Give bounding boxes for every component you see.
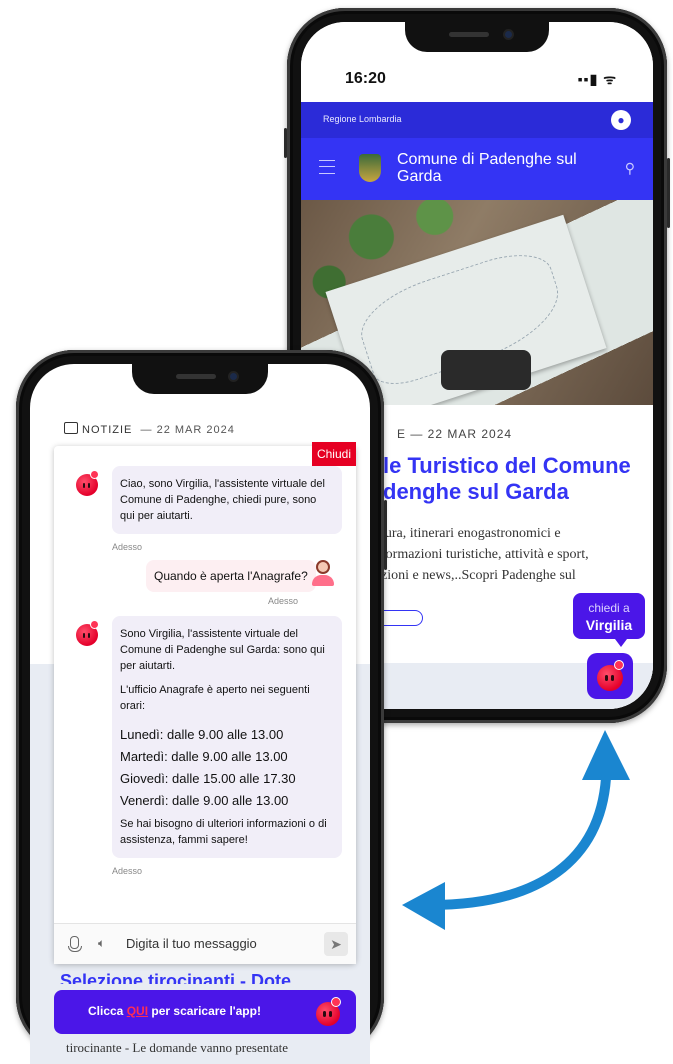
camera-photo — [441, 350, 531, 390]
send-icon[interactable]: ➤ — [324, 932, 348, 956]
article-headline[interactable]: le Turistico del Comune denghe sul Garda — [383, 453, 643, 505]
front-phone: NOTIZIE — 22 MAR 2024 Chiudi Ciao, sono … — [16, 350, 387, 1064]
user-icon[interactable]: ● — [611, 110, 631, 130]
article-text-behind: tirocinante - Le domande vanno presentat… — [66, 1040, 288, 1055]
message-input[interactable]: Digita il tuo messaggio — [126, 936, 257, 951]
download-app-banner[interactable]: Clicca QUI per scaricare l'app! — [54, 990, 356, 1034]
bot-outro-text: Se hai bisogno di ulteriori informazioni… — [120, 818, 327, 846]
article-description: tura, itinerari enogastronomici e formaz… — [381, 526, 589, 583]
news-section-label: NOTIZIE — 22 MAR 2024 — [64, 422, 235, 436]
front-camera — [503, 29, 514, 40]
schedule-friday: Venerdì: dalle 9.00 alle 13.00 — [120, 793, 289, 808]
download-link[interactable]: QUI — [127, 1004, 148, 1018]
search-icon[interactable]: ⚲ — [625, 160, 635, 177]
bot-avatar-icon — [76, 620, 99, 646]
schedule-thursday: Giovedì: dalle 15.00 alle 17.30 — [120, 771, 296, 786]
site-header: Comune di Padenghe sul Garda ⚲ — [301, 138, 653, 200]
region-link[interactable]: Regione Lombardia — [323, 114, 402, 124]
chat-window: Chiudi Ciao, sono Virgilia, l'assistente… — [54, 442, 356, 964]
user-message: Quando è aperta l'Anagrafe? — [146, 560, 316, 592]
mute-switch — [284, 128, 287, 158]
hamburger-menu-icon[interactable] — [319, 160, 335, 174]
bot-avatar-icon — [76, 470, 99, 496]
schedule-list: Lunedì: dalle 9.00 alle 13.00 Martedì: d… — [120, 724, 334, 812]
calendar-icon — [64, 422, 78, 434]
ask-virgilia-small: chiedi a — [588, 601, 630, 615]
ask-virgilia-name: Virgilia — [585, 617, 633, 633]
article-date: E — 22 MAR 2024 — [397, 427, 513, 441]
message-timestamp: Adesso — [268, 596, 299, 606]
message-timestamp: Adesso — [112, 542, 143, 552]
arrow-head-left — [402, 882, 445, 930]
virgilia-mascot-icon — [597, 660, 624, 691]
bot-intro-text: Sono Virgilia, l'assistente virtuale del… — [120, 628, 325, 672]
microphone-icon[interactable] — [68, 936, 82, 952]
schedule-monday: Lunedì: dalle 9.00 alle 13.00 — [120, 727, 284, 742]
site-title[interactable]: Comune di Padenghe sul Garda — [397, 151, 587, 185]
arrow-head-up — [582, 730, 630, 780]
virgilia-chat-button[interactable] — [587, 653, 633, 699]
chat-input-bar: 🔈︎ Digita il tuo messaggio ➤ — [54, 923, 356, 964]
article-title-behind: Selezione tirocinanti - Dote — [60, 971, 292, 984]
user-avatar-icon — [312, 560, 334, 586]
municipality-crest-icon — [359, 154, 381, 182]
bot-message: Ciao, sono Virgilia, l'assistente virtua… — [112, 466, 342, 534]
front-phone-screen: NOTIZIE — 22 MAR 2024 Chiudi Ciao, sono … — [30, 364, 370, 1064]
download-app-text: Clicca QUI per scaricare l'app! — [88, 1004, 261, 1018]
schedule-tuesday: Martedì: dalle 9.00 alle 13.00 — [120, 749, 288, 764]
power-button — [667, 158, 670, 228]
arrow-curve — [425, 773, 611, 910]
speaker-grille — [449, 32, 489, 37]
notizie-label: NOTIZIE — [82, 424, 133, 436]
speaker-icon[interactable]: 🔈︎ — [98, 936, 105, 951]
virgilia-mascot-icon — [316, 997, 341, 1026]
bot-message-schedule: Sono Virgilia, l'assistente virtuale del… — [112, 616, 342, 858]
status-time: 16:20 — [345, 70, 386, 87]
notch — [405, 22, 549, 52]
region-bar: Regione Lombardia ● — [301, 102, 653, 138]
message-timestamp: Adesso — [112, 866, 143, 876]
speaker-grille — [176, 374, 216, 379]
close-chat-button[interactable]: Chiudi — [311, 442, 356, 466]
bot-hours-intro: L'ufficio Anagrafe è aperto nei seguenti… — [120, 684, 310, 712]
notch — [132, 364, 268, 394]
power-button — [384, 500, 387, 570]
front-camera — [228, 371, 239, 382]
signal-wifi-icon: ▪▪▮ ᯤ — [577, 71, 617, 87]
news-date: — 22 MAR 2024 — [140, 424, 235, 436]
ask-virgilia-bubble[interactable]: chiedi a Virgilia — [573, 593, 645, 647]
